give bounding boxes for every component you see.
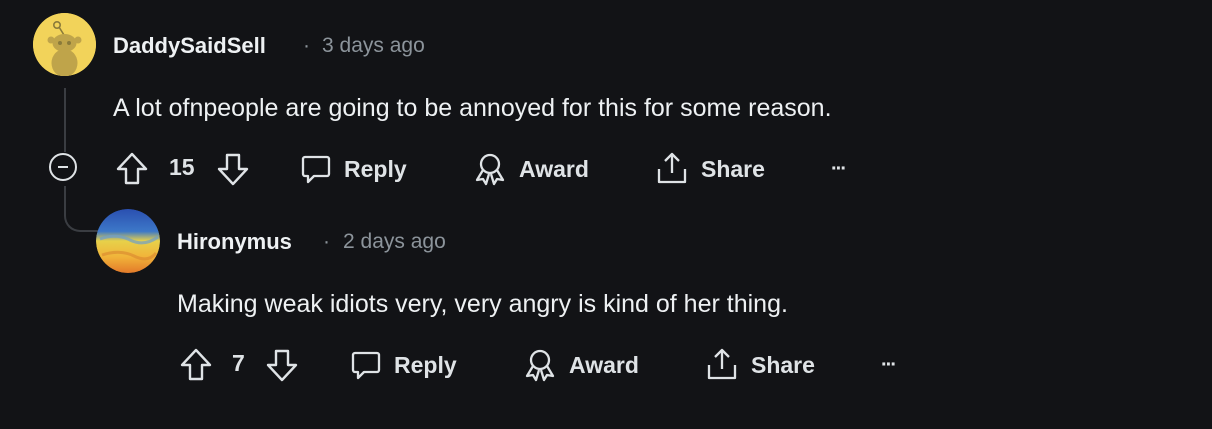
speech-bubble-icon bbox=[351, 351, 381, 380]
snoo-avatar-icon bbox=[33, 13, 96, 76]
share-label: Share bbox=[751, 351, 815, 378]
comment-author[interactable]: Hironymus bbox=[177, 229, 292, 255]
vote-count: 7 bbox=[232, 350, 245, 376]
thread-line[interactable] bbox=[64, 88, 66, 152]
share-button[interactable]: Share bbox=[705, 347, 815, 383]
award-button[interactable]: Award bbox=[473, 151, 589, 187]
comment-timestamp[interactable]: 2 days ago bbox=[343, 230, 446, 254]
thread-reply-connector bbox=[64, 186, 98, 232]
arrow-down-icon bbox=[217, 153, 249, 186]
collapse-icon[interactable] bbox=[49, 153, 77, 181]
more-options-button[interactable]: ··· bbox=[881, 347, 897, 383]
ellipsis-icon: ··· bbox=[831, 157, 847, 180]
ellipsis-icon: ··· bbox=[881, 353, 897, 376]
award-label: Award bbox=[569, 351, 639, 378]
share-upload-icon bbox=[707, 348, 737, 380]
award-label: Award bbox=[519, 155, 589, 182]
comment-thread: DaddySaidSell · 3 days ago A lot ofnpeop… bbox=[0, 0, 1212, 429]
avatar[interactable] bbox=[96, 209, 160, 273]
share-button[interactable]: Share bbox=[655, 151, 765, 187]
downvote-button[interactable] bbox=[216, 151, 250, 187]
upvote-button[interactable] bbox=[115, 151, 149, 187]
reply-label: Reply bbox=[344, 155, 407, 182]
share-label: Share bbox=[701, 155, 765, 182]
painted-avatar-icon bbox=[96, 209, 160, 273]
vote-count: 15 bbox=[169, 154, 195, 180]
meta-separator: · bbox=[323, 230, 330, 253]
more-options-button[interactable]: ··· bbox=[831, 151, 847, 187]
arrow-up-icon bbox=[116, 152, 148, 185]
award-ribbon-icon bbox=[525, 349, 555, 382]
comment-author[interactable]: DaddySaidSell bbox=[113, 33, 266, 59]
comment-timestamp[interactable]: 3 days ago bbox=[322, 34, 425, 58]
arrow-up-icon bbox=[180, 348, 212, 381]
reply-button[interactable]: Reply bbox=[350, 347, 457, 383]
award-ribbon-icon bbox=[475, 153, 505, 186]
meta-separator: · bbox=[303, 34, 310, 57]
award-button[interactable]: Award bbox=[523, 347, 639, 383]
speech-bubble-icon bbox=[301, 155, 331, 184]
share-upload-icon bbox=[657, 152, 687, 184]
arrow-down-icon bbox=[266, 349, 298, 382]
comment-body: A lot ofnpeople are going to be annoyed … bbox=[113, 94, 832, 122]
reply-label: Reply bbox=[394, 351, 457, 378]
upvote-button[interactable] bbox=[179, 347, 213, 383]
reply-button[interactable]: Reply bbox=[300, 151, 407, 187]
comment-body: Making weak idiots very, very angry is k… bbox=[177, 290, 788, 318]
downvote-button[interactable] bbox=[265, 347, 299, 383]
avatar[interactable] bbox=[33, 13, 96, 76]
